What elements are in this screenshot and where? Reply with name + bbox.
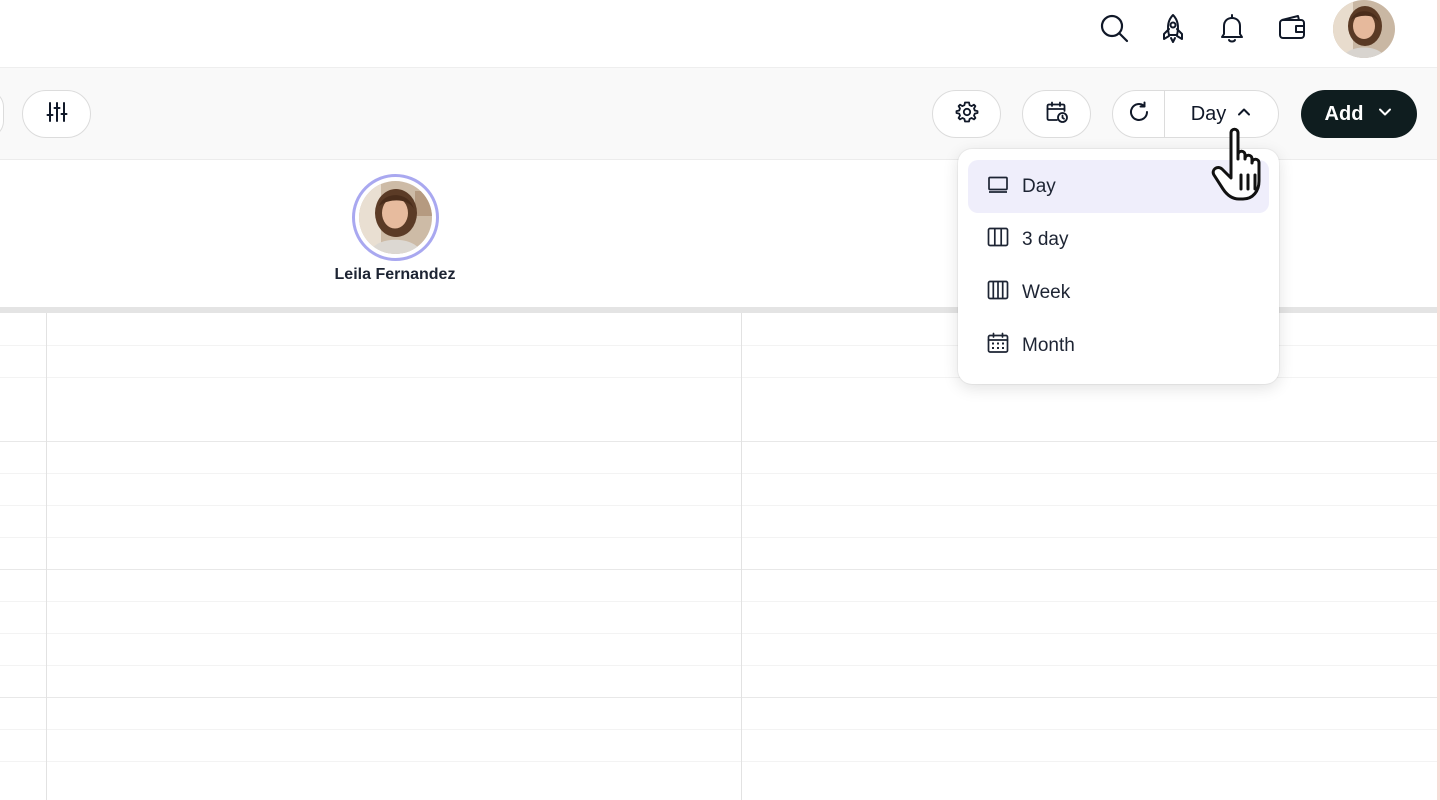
user-avatar[interactable]	[1333, 0, 1395, 58]
staff-avatar[interactable]	[352, 174, 439, 261]
view-select-label: Day	[1190, 102, 1227, 125]
month-view-icon	[986, 331, 1010, 361]
hand-pointer-cursor-icon	[1205, 125, 1285, 205]
refresh-icon	[1127, 100, 1151, 129]
day-view-icon	[986, 172, 1010, 202]
menu-item-month[interactable]: Month	[968, 319, 1269, 372]
rocket-icon[interactable]	[1153, 8, 1193, 48]
settings-button[interactable]	[932, 90, 1001, 138]
calendar-grid[interactable]	[0, 313, 1440, 800]
menu-item-label: 3 day	[1022, 228, 1069, 250]
grid-line	[0, 633, 1440, 634]
grid-line	[0, 601, 1440, 602]
grid-line	[0, 473, 1440, 474]
menu-item-label: Week	[1022, 281, 1071, 303]
menu-item-week[interactable]: Week	[968, 266, 1269, 319]
filter-button[interactable]	[22, 90, 91, 138]
week-view-icon	[986, 278, 1010, 308]
gear-icon	[955, 100, 979, 129]
time-column-divider	[46, 313, 47, 800]
refresh-button[interactable]	[1113, 91, 1165, 137]
wallet-icon[interactable]	[1272, 8, 1312, 48]
calendar-clock-icon	[1045, 100, 1069, 129]
top-app-bar	[0, 0, 1440, 68]
three-day-view-icon	[986, 225, 1010, 255]
menu-item-label: Month	[1022, 334, 1075, 356]
add-button[interactable]: Add	[1301, 90, 1417, 138]
grid-line	[0, 537, 1440, 538]
sliders-icon	[45, 100, 69, 129]
chevron-down-icon	[1377, 103, 1393, 126]
menu-item-label: Day	[1022, 175, 1056, 197]
search-icon[interactable]	[1094, 8, 1134, 48]
grid-line	[0, 697, 1440, 698]
grid-line	[0, 441, 1440, 442]
toolbar-left-button[interactable]	[0, 90, 4, 138]
grid-line	[0, 729, 1440, 730]
add-button-label: Add	[1324, 102, 1364, 125]
grid-line	[0, 569, 1440, 570]
grid-line	[0, 505, 1440, 506]
schedule-button[interactable]	[1022, 90, 1091, 138]
grid-line	[0, 665, 1440, 666]
staff-column-divider	[741, 313, 742, 800]
chevron-up-icon	[1236, 103, 1252, 126]
grid-line	[0, 761, 1440, 762]
menu-item-3-day[interactable]: 3 day	[968, 213, 1269, 266]
bell-icon[interactable]	[1212, 8, 1252, 48]
staff-name: Leila Fernandez	[334, 266, 456, 283]
